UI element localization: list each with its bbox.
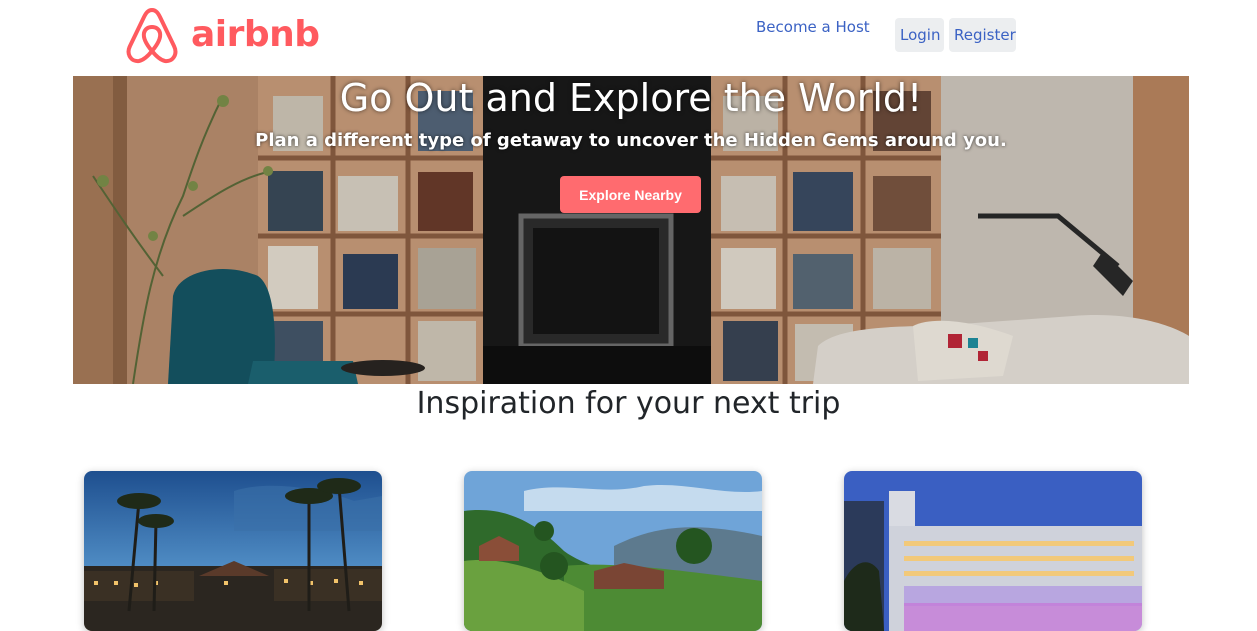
brand-logo[interactable]: airbnb [122, 4, 320, 66]
hero-title: Go Out and Explore the World! [339, 76, 923, 120]
login-button[interactable]: Login [895, 18, 944, 52]
brand-name: airbnb [191, 13, 320, 55]
green-hills-cottage-photo [464, 471, 762, 631]
trip-card[interactable] [464, 471, 762, 631]
trip-card[interactable] [844, 471, 1142, 631]
tropical-resort-dusk-photo [84, 471, 382, 631]
airbnb-logo-icon [126, 8, 178, 64]
hero-banner: Go Out and Explore the World! Plan a dif… [73, 76, 1189, 384]
trip-card[interactable] [84, 471, 382, 631]
explore-nearby-button[interactable]: Explore Nearby [560, 176, 701, 213]
hero-subtitle: Plan a different type of getaway to unco… [255, 130, 1007, 151]
hero-living-room-photo [73, 76, 1189, 384]
section-title: Inspiration for your next trip [416, 386, 841, 421]
navbar: airbnb Become a Host Login Register [0, 0, 1257, 76]
modern-hotel-night-photo [844, 471, 1142, 631]
become-host-link[interactable]: Become a Host [756, 18, 870, 36]
register-button[interactable]: Register [949, 18, 1016, 52]
